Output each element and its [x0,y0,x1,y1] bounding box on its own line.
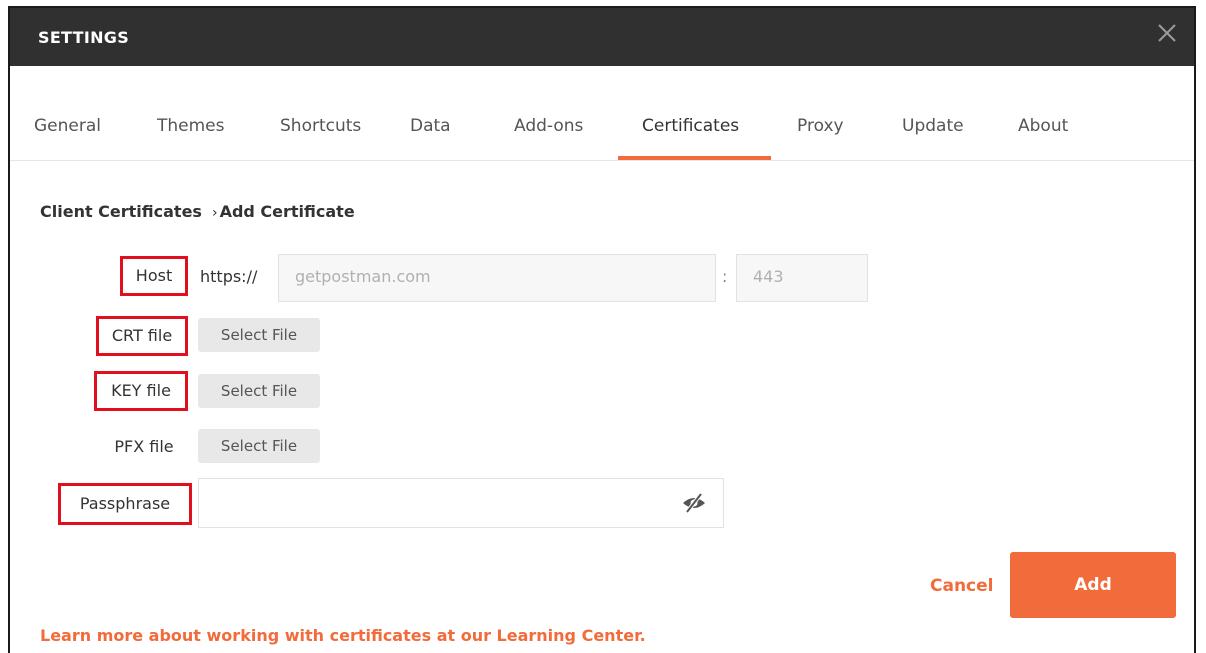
key-select-file-button[interactable]: Select File [198,374,320,408]
tab-update[interactable]: Update [902,116,964,136]
key-file-label: KEY file [94,371,188,411]
tab-data[interactable]: Data [410,116,451,136]
modal-header: SETTINGS [10,8,1194,66]
modal-title: SETTINGS [38,28,130,47]
tab-add-ons[interactable]: Add-ons [514,116,583,136]
close-icon[interactable] [1154,20,1180,46]
active-tab-indicator [618,156,771,160]
tab-proxy[interactable]: Proxy [797,116,844,136]
host-prefix: https:// [200,267,258,286]
tab-themes[interactable]: Themes [157,116,225,136]
chevron-right-icon: › [211,205,218,221]
learning-center-link[interactable]: Learn more about working with certificat… [40,626,646,645]
add-button[interactable]: Add [1010,552,1176,618]
pfx-file-label: PFX file [114,437,174,456]
settings-tabs: General Themes Shortcuts Data Add-ons Ce… [10,66,1194,161]
settings-modal: SETTINGS General Themes Shortcuts Data A… [8,6,1196,653]
passphrase-input[interactable] [198,478,724,528]
tab-shortcuts[interactable]: Shortcuts [280,116,361,136]
pfx-select-file-button[interactable]: Select File [198,429,320,463]
eye-slash-icon[interactable] [681,492,707,514]
host-input[interactable]: getpostman.com [278,254,716,302]
host-label: Host [120,256,188,296]
breadcrumb: Client Certificates › Add Certificate [40,202,355,221]
port-separator: : [722,267,728,286]
crt-file-label: CRT file [96,316,188,356]
port-input[interactable]: 443 [736,254,868,302]
cancel-button[interactable]: Cancel [930,576,993,596]
tab-certificates[interactable]: Certificates [642,116,739,136]
breadcrumb-current: Add Certificate [219,202,355,221]
tab-about[interactable]: About [1018,116,1068,136]
crt-select-file-button[interactable]: Select File [198,318,320,352]
tab-general[interactable]: General [34,116,101,136]
breadcrumb-parent[interactable]: Client Certificates [40,202,202,221]
passphrase-label: Passphrase [58,483,192,525]
